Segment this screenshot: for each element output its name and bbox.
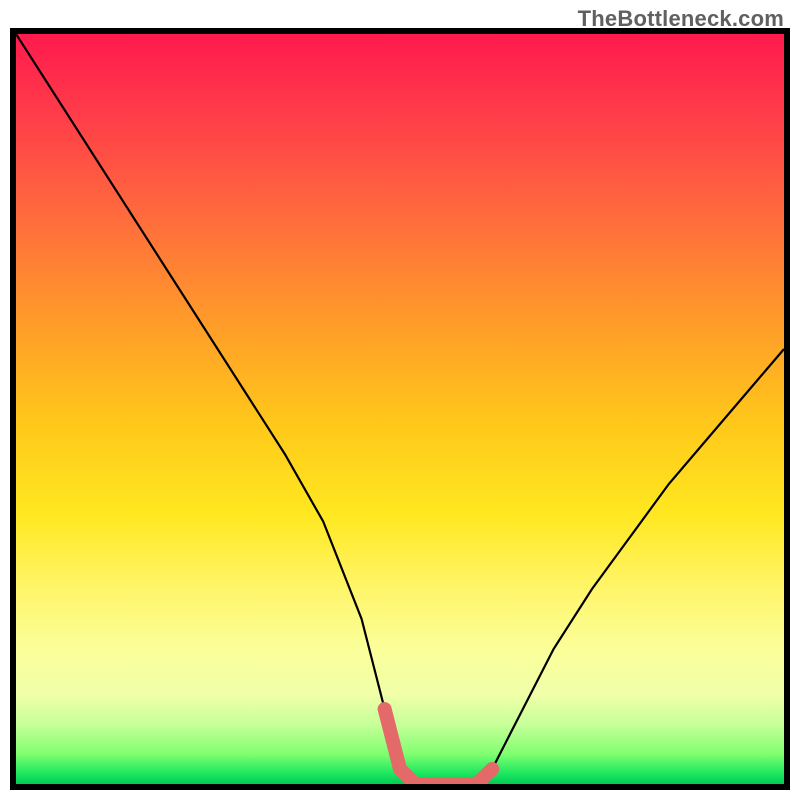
chart-plot-area [10,28,790,790]
highlight-curve-path [385,709,493,784]
curve-svg [16,34,784,784]
main-curve-path [16,34,784,784]
watermark-text: TheBottleneck.com [578,6,784,32]
